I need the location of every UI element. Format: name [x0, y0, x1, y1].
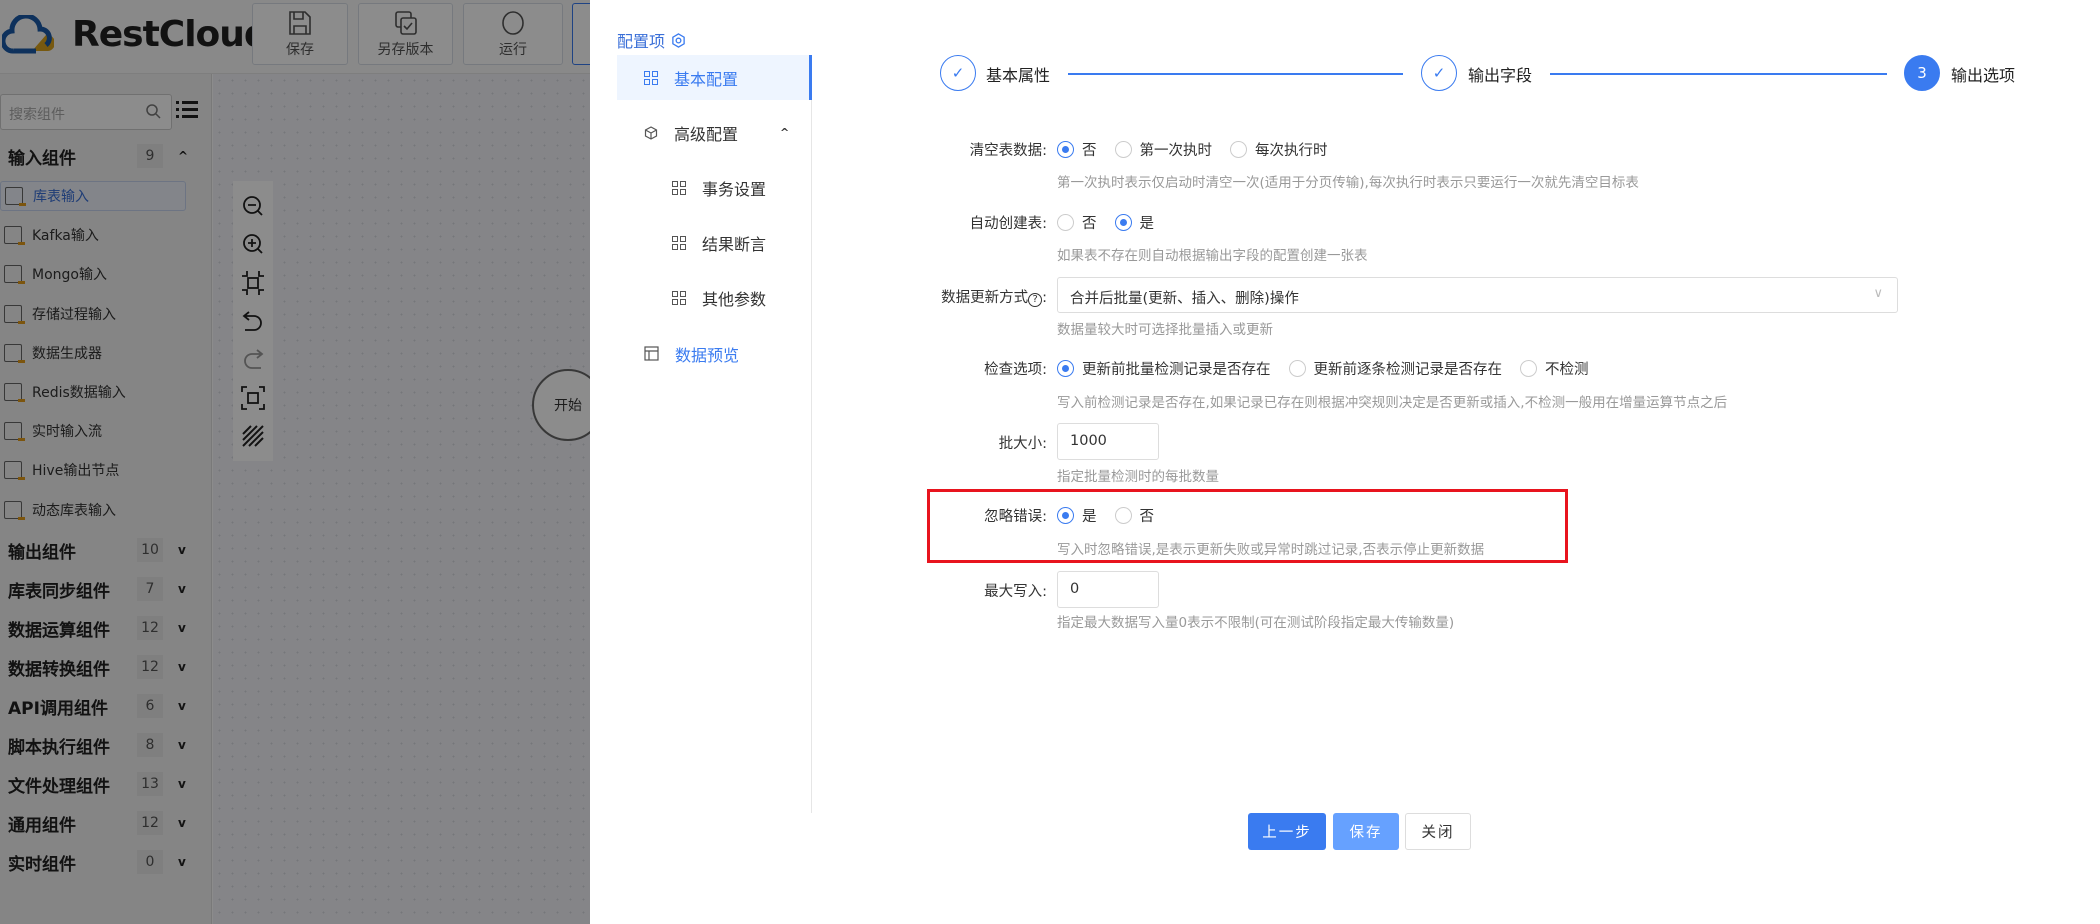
- nav-item-advanced[interactable]: 高级配置 ^: [617, 110, 812, 155]
- check-radio-option[interactable]: 更新前批量检测记录是否存在: [1057, 358, 1271, 379]
- check-icon: ✓: [1432, 64, 1446, 82]
- step-connector: [1068, 73, 1403, 75]
- radio-button[interactable]: [1057, 141, 1074, 158]
- highlight-box: [927, 489, 1568, 563]
- max-write-input[interactable]: 0: [1057, 571, 1159, 608]
- autocreate-radio-option[interactable]: 是: [1114, 212, 1155, 233]
- colon: :: [1042, 290, 1047, 306]
- step-2-label: 输出字段: [1468, 66, 1533, 85]
- update-mode-select[interactable]: 合并后批量(更新、插入、删除)操作 ∨: [1057, 277, 1898, 313]
- app: RestCloud 保存 另存版本 运行 搜索组件 输入组件 9 ^ 库表输入 Kafk…: [0, 0, 2100, 924]
- radio-button[interactable]: [1057, 214, 1074, 231]
- update-hint: 数据量较大时可选择批量插入或更新: [1057, 322, 1273, 338]
- radio-label: 不检测: [1545, 362, 1589, 378]
- radio-button[interactable]: [1288, 360, 1306, 377]
- settings-icon: [672, 32, 685, 48]
- grid-icon: [672, 235, 686, 250]
- max-hint: 指定最大数据写入量0表示不限制(可在测试阶段指定最大传输数量): [1057, 615, 1455, 631]
- step-1-label: 基本属性: [986, 66, 1051, 85]
- grid-icon: [644, 70, 658, 85]
- chevron-down-icon: ∨: [1873, 286, 1883, 301]
- update-label: 数据更新方式?:: [941, 286, 1047, 307]
- check-radio-group: 更新前批量检测记录是否存在 更新前逐条检测记录是否存在 不检测: [1057, 358, 1607, 379]
- cube-icon: [644, 125, 658, 140]
- nav-label: 基本配置: [674, 69, 739, 89]
- radio-label: 是: [1139, 216, 1155, 232]
- clear-radio-option[interactable]: 第一次执时: [1114, 139, 1213, 160]
- radio-button[interactable]: [1520, 360, 1537, 377]
- nav-label: 事务设置: [702, 179, 767, 199]
- step-2-done: ✓: [1421, 55, 1457, 91]
- prev-step-button[interactable]: 上一步: [1248, 813, 1326, 850]
- step-1-done: ✓: [940, 55, 976, 91]
- autocreate-hint: 如果表不存在则自动根据输出字段的配置创建一张表: [1057, 248, 1368, 264]
- radio-label: 第一次执时: [1139, 143, 1213, 159]
- check-hint: 写入前检测记录是否存在,如果记录已存在则根据冲突规则决定是否更新或插入,不检测一…: [1057, 395, 1728, 411]
- autocreate-label: 自动创建表:: [969, 216, 1047, 232]
- radio-button[interactable]: [1230, 141, 1247, 158]
- clear-hint: 第一次执时表示仅启动时清空一次(适用于分页传输),每次执行时表示只要运行一次就先…: [1057, 175, 1639, 191]
- nav-label: 结果断言: [702, 234, 767, 254]
- nav-label: 高级配置: [674, 124, 739, 144]
- step-3-current: 3: [1904, 55, 1940, 91]
- nav-item-assertion[interactable]: 结果断言: [617, 220, 812, 265]
- close-button[interactable]: 关闭: [1405, 813, 1471, 850]
- grid-icon: [672, 180, 686, 195]
- modal-backdrop[interactable]: [0, 0, 590, 924]
- nav-label: 数据预览: [675, 345, 740, 365]
- save-button[interactable]: 保存: [1333, 813, 1399, 850]
- step-connector: [1550, 73, 1887, 75]
- radio-label: 更新前逐条检测记录是否存在: [1313, 362, 1503, 378]
- nav-title-text: 配置项: [617, 32, 666, 51]
- nav-title: 配置项: [617, 28, 686, 52]
- autocreate-radio-group: 否是: [1057, 212, 1172, 233]
- radio-button[interactable]: [1057, 360, 1074, 377]
- autocreate-radio-option[interactable]: 否: [1057, 212, 1097, 233]
- radio-label: 更新前批量检测记录是否存在: [1082, 362, 1271, 378]
- check-radio-option[interactable]: 更新前逐条检测记录是否存在: [1288, 358, 1503, 379]
- nav-item-basic[interactable]: 基本配置: [617, 55, 812, 100]
- max-label: 最大写入:: [984, 584, 1047, 600]
- nav-item-other-params[interactable]: 其他参数: [617, 275, 812, 320]
- chevron-up-icon: ^: [780, 126, 790, 139]
- config-nav: 基本配置 高级配置 ^ 事务设置 结果断言 其他参数 数据预览: [617, 55, 812, 813]
- nav-item-data-preview[interactable]: 数据预览: [617, 331, 812, 376]
- select-value: 合并后批量(更新、插入、删除)操作: [1070, 291, 1299, 307]
- batch-hint: 指定批量检测时的每批数量: [1057, 469, 1219, 485]
- radio-label: 否: [1082, 143, 1097, 159]
- step-3-label: 输出选项: [1951, 66, 2016, 85]
- radio-label: 否: [1082, 216, 1097, 232]
- nav-item-transaction[interactable]: 事务设置: [617, 165, 812, 210]
- preview-icon: [644, 346, 659, 361]
- clear-radio-option[interactable]: 每次执行时: [1230, 139, 1328, 160]
- radio-button[interactable]: [1114, 141, 1132, 158]
- batch-label: 批大小:: [998, 436, 1047, 452]
- grid-icon: [672, 290, 686, 305]
- check-icon: ✓: [951, 64, 965, 82]
- check-radio-option[interactable]: 不检测: [1520, 358, 1589, 379]
- radio-button[interactable]: [1114, 214, 1132, 231]
- clear-radio-option[interactable]: 否: [1057, 139, 1097, 160]
- clear-radio-group: 否 第一次执时 每次执行时: [1057, 139, 1346, 160]
- radio-label: 每次执行时: [1255, 143, 1328, 159]
- step-number: 3: [1917, 64, 1927, 82]
- clear-label: 清空表数据:: [969, 143, 1047, 159]
- batch-size-input[interactable]: 1000: [1057, 423, 1159, 460]
- update-label-text: 数据更新方式: [941, 290, 1029, 306]
- check-label: 检查选项:: [984, 362, 1047, 378]
- nav-label: 其他参数: [702, 289, 767, 309]
- help-icon[interactable]: ?: [1028, 293, 1043, 307]
